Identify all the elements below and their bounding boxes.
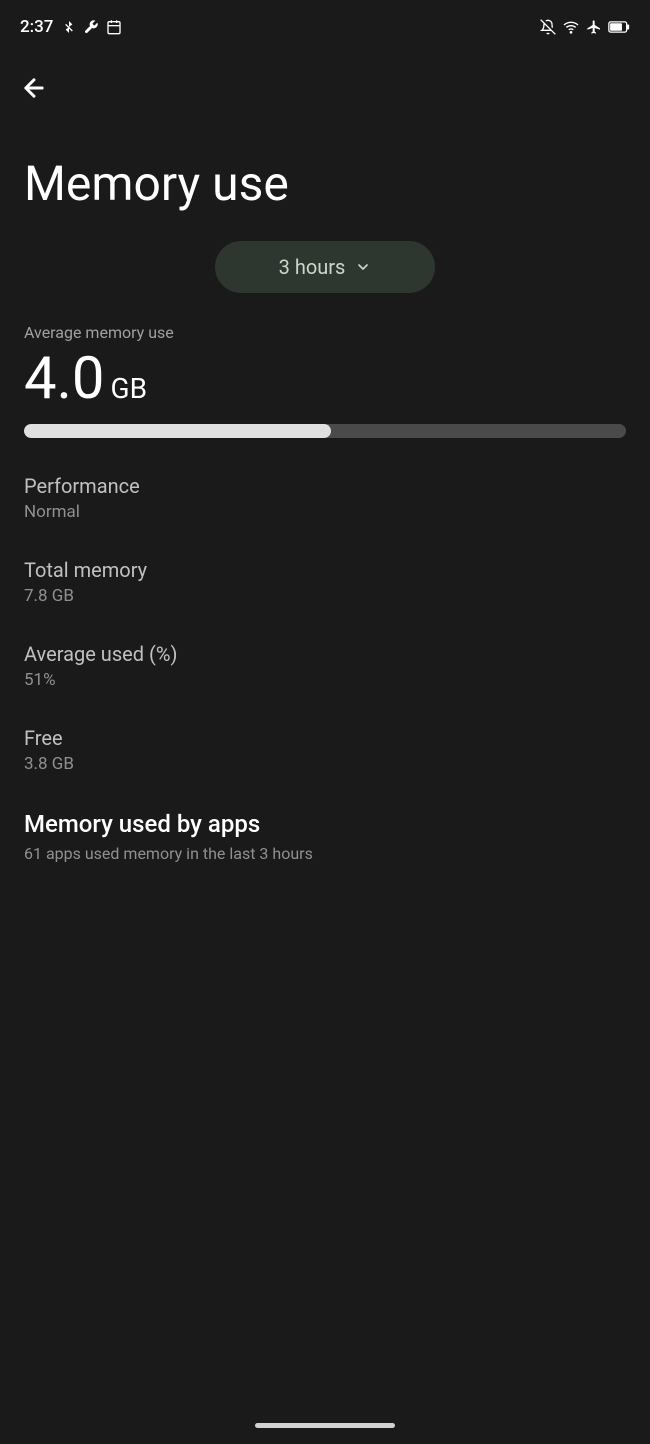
apps-section-title: Memory used by apps: [24, 810, 626, 838]
memory-unit: GB: [111, 372, 148, 405]
back-arrow-icon: [20, 74, 48, 102]
status-left: 2:37: [20, 17, 123, 37]
airplane-icon: [586, 19, 602, 35]
back-button-area: [0, 50, 650, 118]
average-memory-label: Average memory use: [24, 323, 626, 342]
bluetooth-icon: [61, 19, 77, 35]
memory-number: 4.0: [24, 350, 105, 408]
performance-label: Performance: [24, 474, 626, 498]
bell-off-icon: [540, 19, 556, 35]
performance-row: Performance Normal: [24, 474, 626, 522]
progress-bar-fill: [24, 424, 331, 438]
apps-section-subtitle: 61 apps used memory in the last 3 hours: [24, 844, 626, 863]
total-memory-value: 7.8 GB: [24, 586, 626, 606]
chevron-down-icon: [355, 259, 371, 275]
time-selector-container: 3 hours: [0, 241, 650, 323]
apps-section: Memory used by apps 61 apps used memory …: [24, 810, 626, 863]
time-selector-dropdown[interactable]: 3 hours: [215, 241, 435, 293]
main-content: Average memory use 4.0 GB Performance No…: [0, 323, 650, 863]
wrench-icon: [83, 19, 99, 35]
calendar-icon: [105, 19, 123, 35]
performance-value: Normal: [24, 502, 626, 522]
free-memory-value: 3.8 GB: [24, 754, 626, 774]
status-time: 2:37: [20, 17, 53, 37]
status-icons-left: [61, 19, 123, 35]
back-button[interactable]: [20, 66, 56, 110]
free-memory-row: Free 3.8 GB: [24, 726, 626, 774]
average-used-value: 51%: [24, 670, 626, 690]
average-used-row: Average used (%) 51%: [24, 642, 626, 690]
total-memory-row: Total memory 7.8 GB: [24, 558, 626, 606]
page-title: Memory use: [0, 118, 650, 241]
average-used-label: Average used (%): [24, 642, 626, 666]
total-memory-label: Total memory: [24, 558, 626, 582]
memory-value-display: 4.0 GB: [24, 350, 626, 408]
status-bar: 2:37: [0, 0, 650, 50]
wifi-icon: [562, 19, 580, 35]
home-indicator: [255, 1423, 395, 1428]
time-selector-label: 3 hours: [279, 255, 346, 279]
memory-progress-bar: [24, 424, 626, 438]
battery-icon: [608, 20, 630, 34]
free-memory-label: Free: [24, 726, 626, 750]
status-icons-right: [540, 19, 630, 35]
